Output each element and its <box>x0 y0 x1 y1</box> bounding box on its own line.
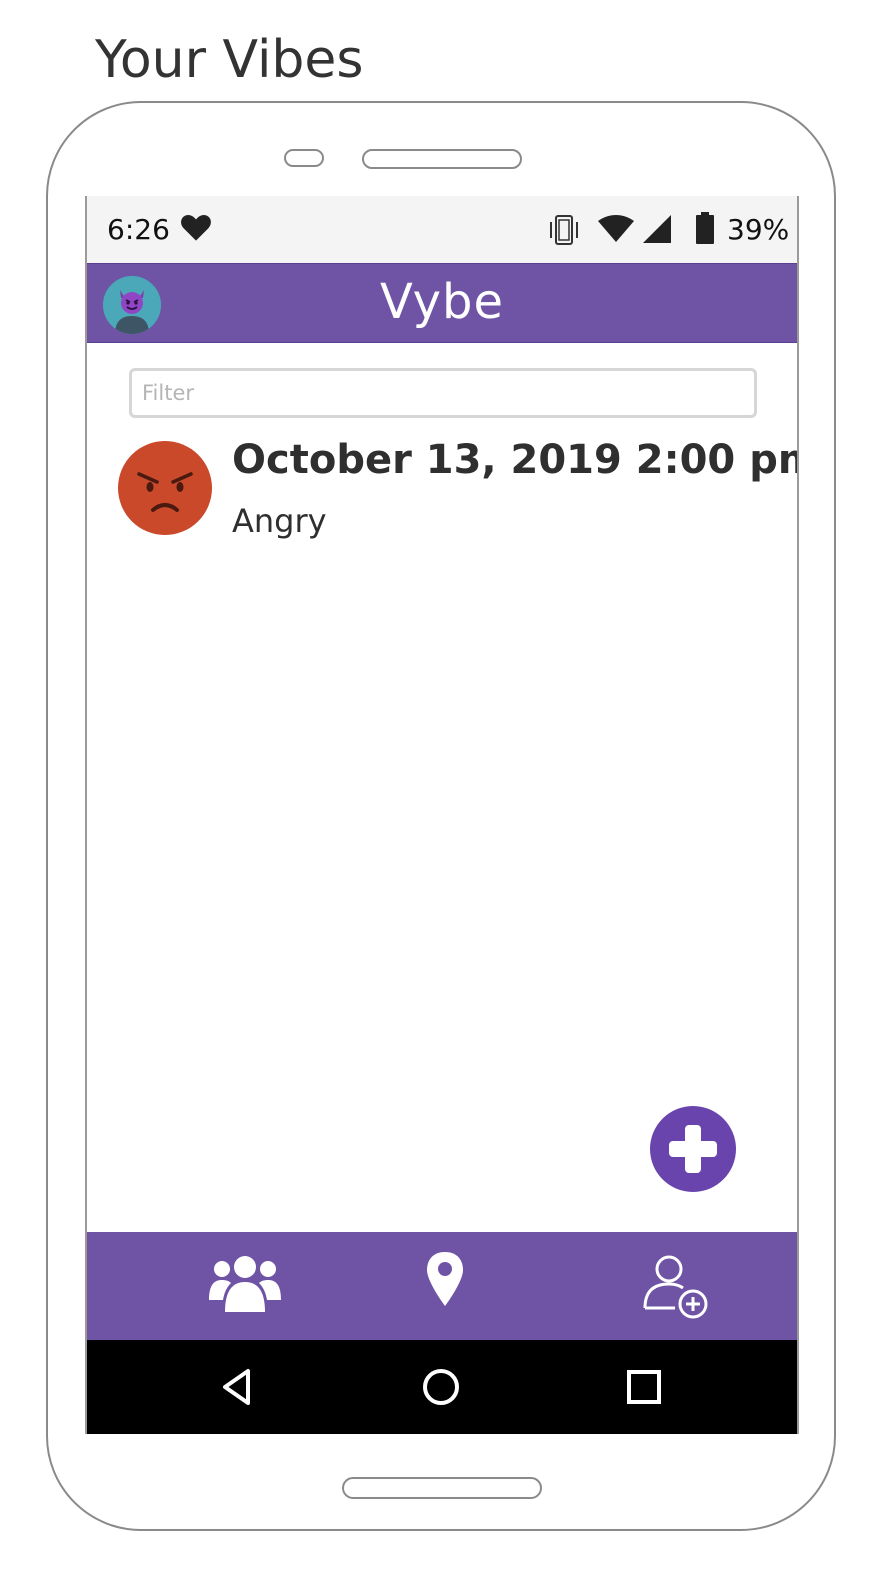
nav-map-button[interactable] <box>385 1232 505 1340</box>
list-item[interactable]: October 13, 2019 2:00 pm Angry <box>117 437 797 540</box>
add-vibe-button[interactable] <box>650 1106 736 1192</box>
back-icon[interactable] <box>215 1364 261 1410</box>
filter-input[interactable] <box>129 368 757 418</box>
battery-icon <box>696 212 714 244</box>
android-nav-bar <box>87 1340 797 1434</box>
app-title: Vybe <box>380 274 504 330</box>
entry-mood: Angry <box>232 502 327 540</box>
vibrate-icon <box>550 215 578 245</box>
status-time: 6:26 <box>107 213 170 246</box>
phone-speaker <box>362 149 522 169</box>
battery-percent: 39% <box>727 213 790 246</box>
signal-icon <box>643 215 671 243</box>
angry-face-icon <box>118 441 212 535</box>
add-user-icon <box>643 1255 708 1319</box>
phone-home-slot <box>342 1477 542 1499</box>
plus-icon <box>669 1125 717 1173</box>
phone-screen: 6:26 39% Vybe Filter October 13, 2019 2:… <box>85 196 799 1434</box>
map-pin-icon <box>427 1252 463 1306</box>
phone-sensor <box>284 149 324 167</box>
page-title: Your Vibes <box>95 30 364 90</box>
status-bar: 6:26 39% <box>87 196 797 263</box>
home-icon[interactable] <box>418 1364 464 1410</box>
heart-icon <box>181 214 211 241</box>
app-bar: Vybe <box>87 263 797 343</box>
entry-date: October 13, 2019 2:00 pm <box>232 437 799 483</box>
recents-icon[interactable] <box>621 1364 667 1410</box>
bottom-nav <box>87 1232 797 1340</box>
nav-friends-button[interactable] <box>185 1232 305 1340</box>
friends-icon <box>209 1256 281 1312</box>
wifi-icon <box>598 215 634 242</box>
nav-add-friend-button[interactable] <box>617 1232 737 1340</box>
